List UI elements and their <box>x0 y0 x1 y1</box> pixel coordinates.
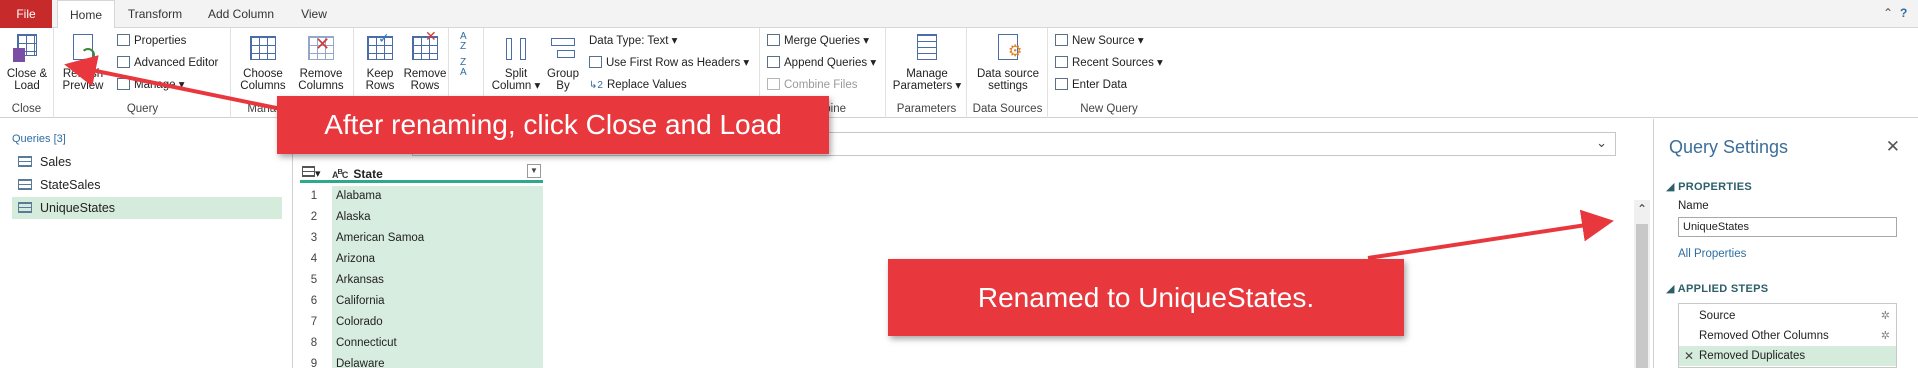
arrow-to-close-load <box>64 55 287 112</box>
callout-renamed: Renamed to UniqueStates. <box>888 259 1404 336</box>
callout-close-and-load: After renaming, click Close and Load <box>277 96 829 154</box>
arrow-to-name-field <box>1367 209 1614 260</box>
